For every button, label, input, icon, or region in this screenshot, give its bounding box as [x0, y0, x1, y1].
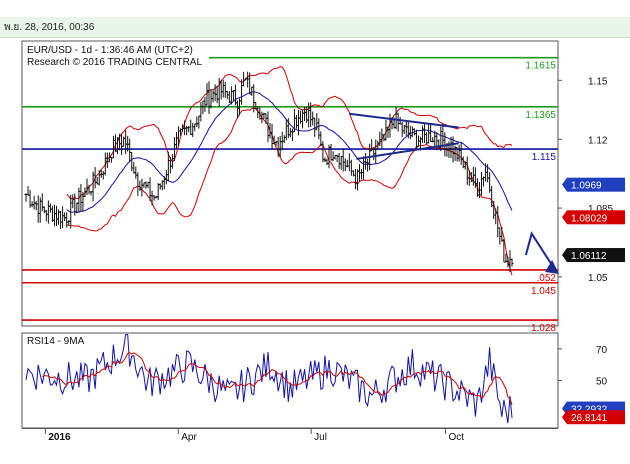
chart-title: EUR/USD - 1d - 1:36:46 AM (UTC+2) [27, 45, 193, 56]
price-tag-pointer [562, 210, 567, 225]
level-label: 1.045 [531, 286, 556, 297]
chart-canvas: EUR/USD - 1d - 1:36:46 AM (UTC+2) Resear… [21, 40, 625, 443]
y-tick-label: 1.15 [588, 76, 608, 87]
price-tag-pointer [562, 410, 567, 425]
level-label: 1.115 [532, 152, 557, 163]
x-tick-label: 2016 [48, 432, 71, 443]
level-label: 1.1365 [525, 110, 556, 121]
price-tags: 1.09691.080291.0611232.293226.8141 [562, 177, 625, 425]
price-tag-label: 1.0969 [571, 181, 602, 192]
price-tag-label: 1.08029 [571, 213, 608, 224]
x-tick-label: Jul [314, 432, 327, 443]
price-tag-label: 26.8141 [571, 413, 608, 424]
rsi-y-tick-label: 50 [596, 377, 608, 388]
y-tick-label: 1.12 [588, 135, 608, 146]
chart-subtitle: Research © 2016 TRADING CENTRAL [27, 57, 202, 68]
rsi-title: RSI14 - 9MA [27, 336, 85, 347]
rsi-y-tick-label: 70 [596, 345, 608, 356]
price-tag-label: 1.06112 [571, 251, 607, 262]
x-tick-label: Apr [181, 432, 197, 443]
level-label: 1.028 [531, 323, 556, 334]
x-tick-label: Oct [449, 432, 465, 443]
price-tag-pointer [562, 248, 567, 263]
price-tag-pointer [562, 177, 567, 192]
rsi-panel-frame [21, 332, 559, 429]
level-label: 1.1615 [525, 61, 556, 72]
y-tick-label: 1.05 [588, 273, 608, 284]
